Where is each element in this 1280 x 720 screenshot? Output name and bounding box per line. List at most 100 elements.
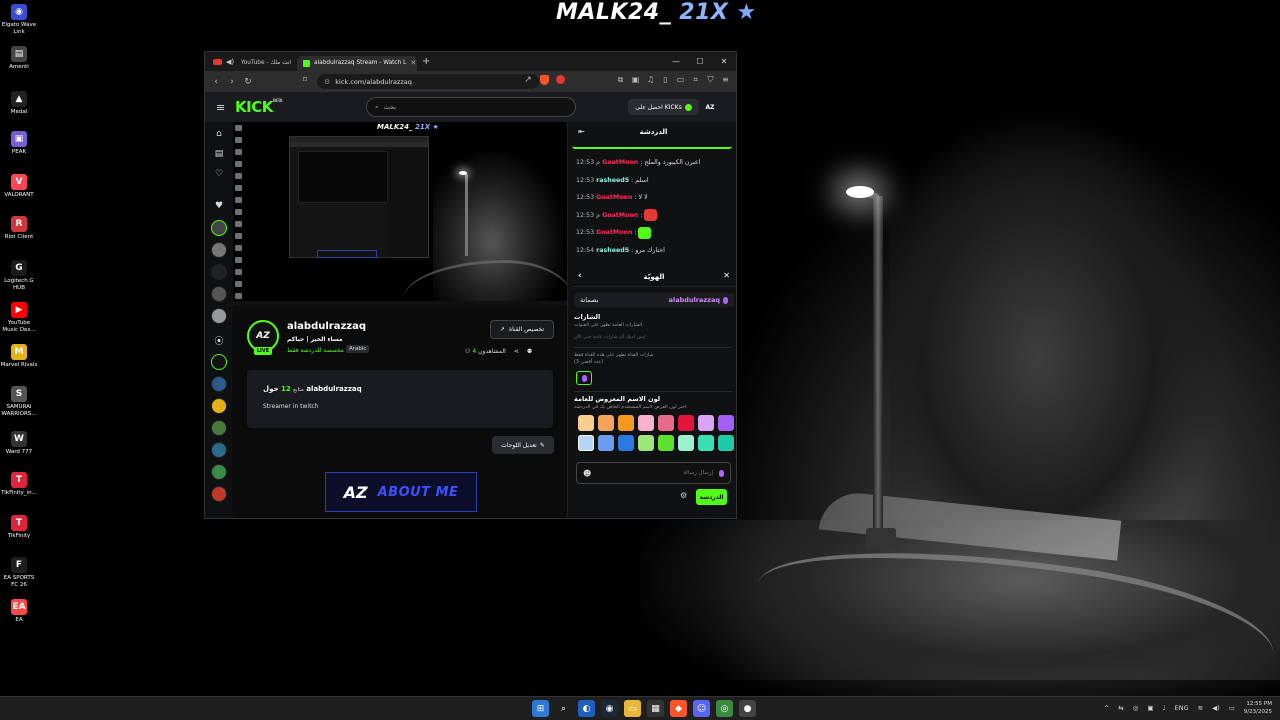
extensions-icon[interactable]: ⧉ (616, 75, 625, 84)
language-tag[interactable]: Arabic (346, 345, 370, 353)
rewards-icon[interactable] (556, 75, 565, 84)
desktop-icon[interactable]: T TikFinity_in... (0, 472, 38, 497)
kick-logo[interactable]: KICKBETA (235, 98, 283, 116)
color-swatch[interactable] (638, 435, 654, 451)
desktop-icon[interactable]: V VALORANT (0, 174, 38, 199)
emoji-icon[interactable]: ☻ (583, 469, 591, 478)
color-swatch[interactable] (598, 415, 614, 431)
wallet-icon[interactable]: ▭ (676, 75, 685, 84)
chat-settings-icon[interactable]: ⚙ (680, 491, 687, 500)
taskbar-steam-icon[interactable]: ◉ (601, 700, 618, 717)
speaker-icon[interactable]: ◀) (226, 58, 234, 65)
bookmark-icon[interactable]: ⌑ (303, 75, 307, 84)
following-heart-icon[interactable]: ♥ (213, 200, 225, 212)
chat-username[interactable]: GoatMoon (602, 159, 638, 166)
microphone-icon[interactable]: ♩ (1163, 704, 1166, 712)
color-swatch[interactable] (658, 435, 674, 451)
recommended-channel-avatar[interactable] (211, 398, 227, 414)
vpn-icon[interactable]: ⛉ (706, 75, 715, 84)
taskbar-discord-icon[interactable]: ☺ (693, 700, 710, 717)
chat-message-input[interactable]: ☻ إرسال رسالة (576, 462, 731, 484)
color-swatch[interactable] (638, 415, 654, 431)
color-swatch[interactable] (578, 435, 594, 451)
color-swatch[interactable] (578, 415, 594, 431)
followed-channel-avatar[interactable] (211, 242, 227, 258)
chat-username[interactable]: rasheed5 (596, 177, 629, 184)
back-icon[interactable]: ‹ (211, 77, 221, 87)
follow-icon[interactable]: ⚉ (527, 348, 532, 355)
followed-channel-avatar[interactable] (211, 286, 227, 302)
desktop-icon[interactable]: EA EA (0, 599, 38, 624)
chevron-left-icon[interactable]: ‹ (578, 271, 582, 281)
menu-icon[interactable]: ≡ (721, 75, 730, 84)
customize-channel-button[interactable]: ↗ تخصيص القناة (490, 320, 554, 339)
share-icon[interactable]: ↗ (523, 75, 533, 85)
close-icon[interactable]: ✕ (723, 271, 730, 280)
address-bar[interactable]: ⚙ kick.com/alabdulrazzaq (317, 74, 539, 89)
chat-username[interactable]: GoatMoon (596, 194, 632, 201)
volume-icon[interactable]: ◀) (1212, 704, 1220, 712)
battery-icon[interactable]: ▭ (1229, 704, 1235, 712)
collapse-chat-icon[interactable]: ⇤ (578, 127, 585, 136)
recommended-channel-avatar[interactable] (211, 486, 227, 502)
share-icon[interactable]: ⋖ (514, 348, 519, 355)
taskbar-store-icon[interactable]: ▦ (647, 700, 664, 717)
chat-message[interactable]: 12:53 GoatMoon: (576, 224, 734, 242)
color-swatch[interactable] (698, 415, 714, 431)
taskbar-brave-icon[interactable]: ◆ (670, 700, 687, 717)
desktop-icon[interactable]: ◉ Elgato Wave Link (0, 4, 38, 35)
desktop-icon[interactable]: ▣ PEAK (0, 131, 38, 156)
new-tab-button[interactable]: + (417, 56, 435, 67)
clock[interactable]: 12:55 PM 9/23/2025 (1244, 700, 1272, 716)
desktop-icon[interactable]: ▶ YouTube Music Des... (0, 302, 38, 333)
chat-send-button[interactable]: الدردشة (696, 489, 727, 505)
desktop-icon[interactable]: G Logitech G HUB (0, 260, 38, 291)
live-broadcast-icon[interactable]: ⦿ (213, 336, 225, 348)
screenshot-icon[interactable]: ⌗ (691, 75, 700, 84)
wifi-icon[interactable]: ≋ (1198, 704, 1203, 712)
color-swatch[interactable] (718, 415, 734, 431)
tab-media-controls[interactable]: ◀) (205, 58, 239, 65)
emote-icon[interactable] (644, 209, 658, 222)
channel-name[interactable]: alabdulrazzaq (287, 321, 366, 332)
desktop-icon[interactable]: W Ward 777 (0, 431, 38, 456)
taskbar-start-icon[interactable]: ⊞ (532, 700, 549, 717)
tab-close-icon[interactable]: ✕ (410, 59, 416, 67)
recommended-channel-avatar[interactable] (211, 376, 227, 392)
recommended-channel-avatar[interactable] (211, 354, 227, 370)
forward-icon[interactable]: › (227, 77, 237, 87)
taskbar-edge-copilot-icon[interactable]: ◐ (578, 700, 595, 717)
chat-message[interactable]: 12:53 rasheed5: اسلم (576, 172, 734, 190)
sidebar-icon[interactable]: ▣ (631, 75, 640, 84)
get-kicks-button[interactable]: احصل على KICKs (628, 99, 699, 115)
desktop-icon[interactable]: ▲ Medal (0, 91, 38, 116)
reload-icon[interactable]: ↻ (243, 77, 253, 87)
tab-groups-icon[interactable]: ▯ (661, 75, 670, 84)
maximize-button[interactable]: ☐ (688, 52, 712, 71)
desktop-icon[interactable]: M Marvel Rivals (0, 344, 38, 369)
tab-youtube[interactable]: YouTube - انت ملك (239, 56, 297, 71)
followed-channel-avatar[interactable] (211, 220, 227, 236)
stream-category[interactable]: مخصصة للدردشة فقط (287, 347, 344, 354)
color-swatch[interactable] (698, 435, 714, 451)
taskbar-file-explorer-icon[interactable]: ▭ (624, 700, 641, 717)
chat-message[interactable]: 12:53 GoatMoon: لا لا (576, 189, 734, 207)
desktop-icon[interactable]: F EA SPORTS FC 26 (0, 557, 38, 588)
color-swatch[interactable] (618, 435, 634, 451)
tab-kick[interactable]: alabdulrazzaq Stream - Watch L ✕ (297, 55, 417, 71)
site-info-icon[interactable]: ⚙ (324, 78, 330, 86)
chat-message[interactable]: 12:54 rasheed5: اختارك مرو (576, 242, 734, 260)
taskbar-obs-icon[interactable]: ● (739, 700, 756, 717)
video-player[interactable]: MALK24_ 21X ★ (233, 122, 567, 306)
hamburger-icon[interactable]: ≡ (216, 101, 225, 114)
taskbar-search-icon[interactable]: ⌕ (555, 700, 572, 717)
chat-username[interactable]: rasheed5 (596, 247, 629, 254)
language-indicator[interactable]: ENG (1175, 704, 1189, 712)
chevron-up-icon[interactable]: ^ (1104, 704, 1109, 712)
desktop-icon[interactable]: ▤ Amenti (0, 46, 38, 71)
chat-message[interactable]: 12:53 م GoatMoon: اعبرن الكيبورد والملح (576, 154, 734, 172)
followed-channel-avatar[interactable] (211, 308, 227, 324)
desktop-icon[interactable]: S SAMURAI WARRIORS... (0, 386, 38, 417)
user-avatar[interactable]: AZ (703, 100, 717, 114)
close-window-button[interactable]: ✕ (712, 52, 736, 71)
